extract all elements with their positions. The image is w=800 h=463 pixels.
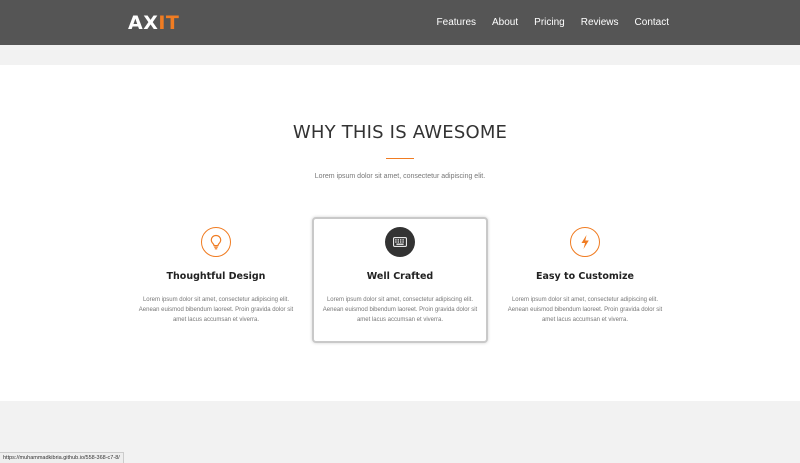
nav-link-features[interactable]: Features — [437, 16, 476, 30]
nav-link-pricing[interactable]: Pricing — [534, 16, 565, 30]
main-nav: Features About Pricing Reviews Contact — [421, 16, 669, 30]
heading-divider — [386, 158, 414, 159]
section-subheading: Lorem ipsum dolor sit amet, consectetur … — [314, 173, 486, 180]
top-navbar: AXIT Features About Pricing Reviews Cont… — [0, 0, 800, 45]
nav-link-reviews[interactable]: Reviews — [581, 16, 619, 30]
feature-description: Lorem ipsum dolor sit amet, consectetur … — [138, 297, 294, 323]
feature-card-well-crafted: Well Crafted Lorem ipsum dolor sit amet,… — [312, 217, 488, 343]
nav-link-contact[interactable]: Contact — [635, 16, 669, 30]
features-section: WHY THIS IS AWESOME Lorem ipsum dolor si… — [0, 65, 800, 401]
top-spacer-band — [0, 45, 800, 65]
logo-text-accent: IT — [158, 12, 180, 34]
feature-description: Lorem ipsum dolor sit amet, consectetur … — [322, 297, 478, 323]
feature-title: Well Crafted — [366, 271, 434, 282]
feature-title: Easy to Customize — [535, 271, 634, 282]
status-bar-url: https://muhammadkibria.github.io/558-368… — [0, 452, 124, 463]
nav-link-about[interactable]: About — [492, 16, 518, 30]
brand-logo[interactable]: AXIT — [128, 12, 179, 34]
feature-card-thoughtful-design: Thoughtful Design Lorem ipsum dolor sit … — [128, 217, 304, 343]
keyboard-icon — [385, 227, 415, 257]
section-heading: WHY THIS IS AWESOME — [292, 122, 508, 143]
logo-text-primary: AX — [128, 12, 159, 34]
lightbulb-icon — [201, 227, 231, 257]
feature-card-easy-to-customize: Easy to Customize Lorem ipsum dolor sit … — [497, 217, 673, 343]
lightning-icon — [570, 227, 600, 257]
feature-description: Lorem ipsum dolor sit amet, consectetur … — [507, 297, 663, 323]
feature-title: Thoughtful Design — [166, 271, 266, 282]
